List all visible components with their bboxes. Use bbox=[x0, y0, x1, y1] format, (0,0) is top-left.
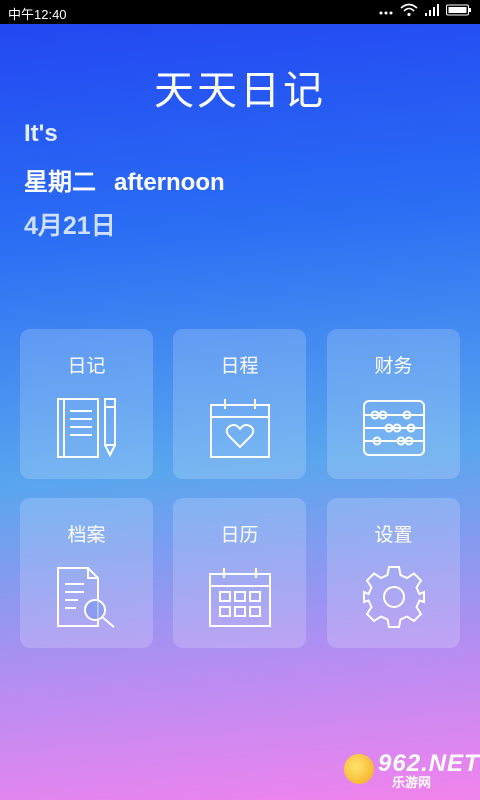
tile-label: 设置 bbox=[374, 524, 413, 546]
watermark-logo-icon bbox=[344, 754, 374, 784]
calendar-heart-icon bbox=[210, 399, 270, 458]
tile-label: 日程 bbox=[220, 355, 259, 377]
status-icons bbox=[378, 3, 472, 17]
tile-finance[interactable]: 财务 bbox=[327, 329, 460, 479]
watermark: 962.NET 乐游网 bbox=[344, 750, 479, 791]
watermark-sub: 乐游网 bbox=[392, 776, 432, 791]
gear-icon bbox=[363, 566, 425, 628]
tile-settings[interactable]: 设置 bbox=[327, 498, 460, 648]
cell-signal-icon bbox=[425, 4, 439, 16]
tile-label: 档案 bbox=[67, 524, 106, 546]
weekday-label: 星期二 bbox=[24, 169, 96, 196]
tile-schedule[interactable]: 日程 bbox=[173, 329, 306, 479]
wifi-icon bbox=[400, 3, 418, 17]
tile-diary[interactable]: 日记 bbox=[20, 329, 153, 479]
abacus-icon bbox=[363, 400, 425, 456]
day-period-label: afternoon bbox=[114, 169, 225, 196]
calendar-grid-icon bbox=[209, 568, 271, 627]
tile-label: 日记 bbox=[67, 355, 106, 377]
status-time: 中午12:40 bbox=[8, 7, 67, 22]
date-label: 4月21日 bbox=[24, 212, 116, 240]
tile-label: 日历 bbox=[220, 524, 259, 546]
greeting-day: 星期二 afternoon bbox=[24, 162, 225, 197]
tile-label: 财务 bbox=[374, 355, 413, 377]
tile-calendar[interactable]: 日历 bbox=[173, 498, 306, 648]
battery-icon bbox=[446, 4, 471, 16]
document-search-icon bbox=[57, 567, 115, 628]
signal-dots-icon bbox=[379, 11, 393, 15]
status-bar: 中午12:40 bbox=[0, 0, 480, 24]
greeting-intro: It's bbox=[24, 120, 58, 147]
tile-archive[interactable]: 档案 bbox=[20, 498, 153, 648]
app-title: 天天日记 bbox=[154, 68, 326, 114]
notebook-pen-icon bbox=[57, 398, 116, 458]
